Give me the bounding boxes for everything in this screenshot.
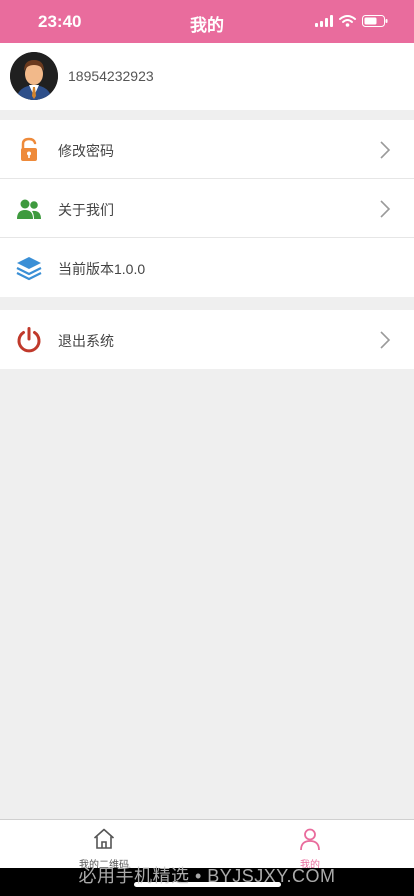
chevron-right-icon	[380, 331, 391, 349]
menu-version: 当前版本1.0.0	[0, 238, 414, 297]
top-header: 23:40 我的	[0, 0, 414, 43]
phone-number: 18954232923	[68, 68, 154, 84]
logout-group: 退出系统	[0, 310, 414, 369]
bottom-tab-bar: 我的二维码 我的	[0, 819, 414, 871]
battery-icon	[362, 15, 388, 27]
lock-icon	[21, 137, 37, 161]
chevron-right-icon	[380, 141, 391, 159]
menu-change-password[interactable]: 修改密码	[0, 120, 414, 179]
chevron-right-icon	[380, 200, 391, 218]
menu-logout[interactable]: 退出系统	[0, 310, 414, 369]
menu-label: 退出系统	[58, 333, 114, 349]
settings-group: 修改密码 关于我们 当前版本1.0.0	[0, 120, 414, 297]
menu-label: 关于我们	[58, 202, 114, 218]
home-icon	[93, 828, 115, 849]
wifi-icon	[339, 15, 356, 27]
layers-icon	[16, 257, 42, 281]
profile-card[interactable]: 18954232923	[0, 43, 414, 110]
person-icon	[300, 828, 320, 851]
signal-icon	[315, 15, 333, 27]
users-icon	[17, 199, 41, 219]
menu-label: 当前版本1.0.0	[58, 261, 146, 277]
menu-about-us[interactable]: 关于我们	[0, 179, 414, 238]
menu-label: 修改密码	[58, 143, 114, 159]
power-icon	[17, 327, 41, 353]
status-icons	[315, 15, 388, 27]
watermark: 必用手机精选 • BYJSJXY.COM	[78, 866, 336, 886]
avatar[interactable]	[10, 52, 58, 100]
